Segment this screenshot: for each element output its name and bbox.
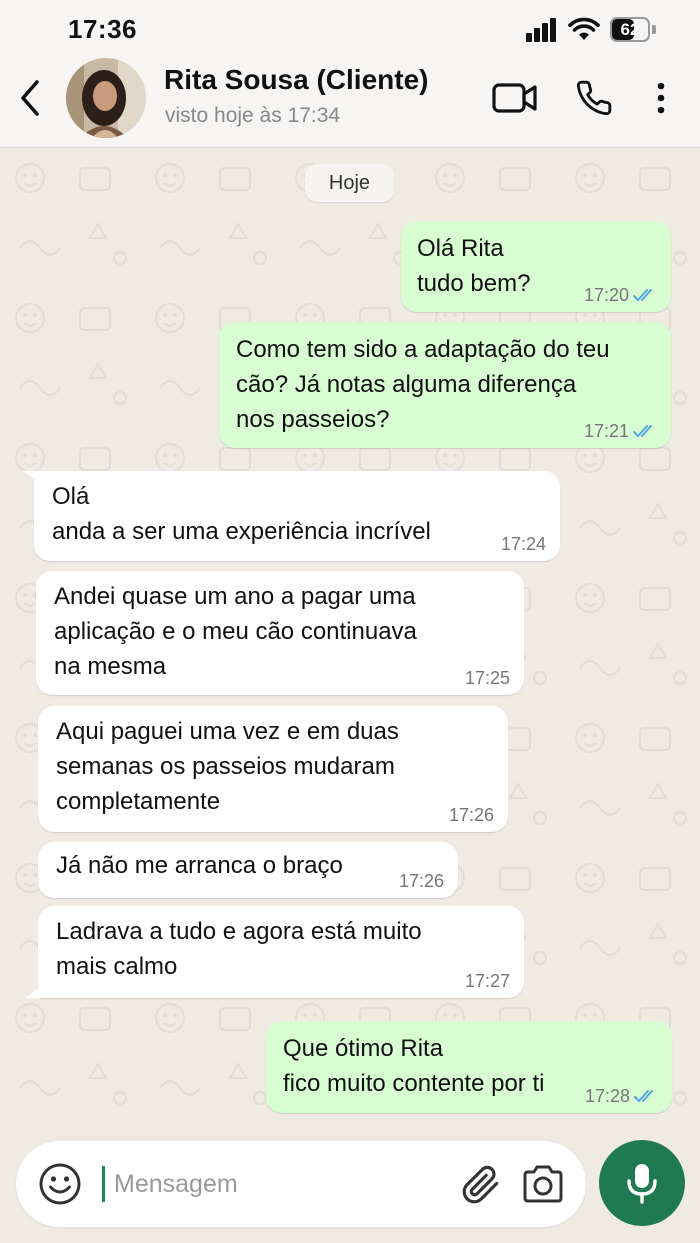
battery-percent: 62: [620, 20, 640, 39]
message-time: 17:21: [583, 421, 629, 441]
avatar[interactable]: [66, 58, 146, 138]
chat-area[interactable]: Hoje Olá Rita tudo bem? 17:20 Como tem s…: [0, 148, 700, 1133]
incoming-message[interactable]: Ladrava a tudo e agora está muito mais c…: [38, 906, 524, 998]
message-meta: 17:28: [585, 1086, 658, 1106]
status-bar: 17:36 62: [0, 0, 700, 56]
wifi-icon: [568, 17, 600, 40]
message-time: 17:27: [464, 971, 510, 991]
incoming-message[interactable]: Aqui paguei uma vez e em duas semanas os…: [38, 706, 508, 832]
incoming-message[interactable]: Olá anda a ser uma experiência incrível …: [34, 471, 560, 561]
bubble-tail: [24, 982, 42, 998]
message-composer[interactable]: [16, 1141, 586, 1227]
message-time: 17:26: [448, 805, 494, 825]
message-text: Já não me arranca o braço: [56, 852, 343, 879]
message-meta: 17:21: [584, 421, 657, 441]
video-call-button[interactable]: [490, 78, 540, 118]
read-ticks-icon: [633, 289, 652, 301]
message-text: Olá anda a ser uma experiência incrível: [52, 483, 431, 545]
message-text: Ladrava a tudo e agora está muito mais c…: [56, 918, 422, 980]
message-time: 17:28: [584, 1086, 630, 1106]
outgoing-message[interactable]: Como tem sido a adaptação do teu cão? Já…: [219, 322, 671, 448]
read-ticks-icon: [634, 1090, 653, 1102]
last-seen-status: visto hoje às 17:34: [165, 104, 341, 127]
voice-call-button[interactable]: [572, 76, 616, 120]
video-call-icon: [492, 83, 537, 113]
message-time: 17:25: [464, 668, 510, 688]
text-cursor: [102, 1166, 105, 1202]
contact-name[interactable]: Rita Sousa (Cliente): [164, 64, 428, 96]
voice-record-button[interactable]: [599, 1140, 685, 1226]
message-time: 17:24: [500, 534, 546, 554]
message-meta: 17:27: [465, 971, 510, 991]
paperclip-icon[interactable]: [461, 1163, 501, 1207]
message-text: Que ótimo Rita fico muito contente por t…: [283, 1035, 545, 1097]
incoming-message[interactable]: Já não me arranca o braço 17:26: [38, 842, 458, 898]
microphone-icon: [627, 1164, 657, 1204]
message-time: 17:26: [398, 871, 444, 891]
message-meta: 17:20: [584, 285, 657, 305]
message-time: 17:20: [583, 285, 629, 305]
message-meta: 17:26: [399, 871, 444, 891]
message-text: Olá Rita tudo bem?: [417, 235, 531, 297]
back-button[interactable]: [12, 76, 48, 120]
chat-header: Rita Sousa (Cliente) visto hoje às 17:34: [0, 56, 700, 148]
battery-icon: 62: [610, 17, 656, 42]
outgoing-message[interactable]: Que ótimo Rita fico muito contente por t…: [266, 1021, 672, 1113]
message-meta: 17:25: [465, 668, 510, 688]
message-text: Aqui paguei uma vez e em duas semanas os…: [56, 718, 399, 815]
date-separator: Hoje: [305, 164, 394, 202]
composer-bar: [0, 1133, 700, 1243]
emoji-icon[interactable]: [38, 1162, 82, 1206]
outgoing-message[interactable]: Olá Rita tudo bem? 17:20: [401, 221, 671, 312]
message-text: Andei quase um ano a pagar uma aplicação…: [54, 583, 417, 680]
incoming-message[interactable]: Andei quase um ano a pagar uma aplicação…: [36, 571, 524, 695]
phone-icon: [576, 80, 612, 116]
more-options-button[interactable]: [646, 78, 676, 118]
chevron-left-icon: [21, 80, 39, 116]
message-meta: 17:26: [449, 805, 494, 825]
message-input[interactable]: [114, 1165, 434, 1203]
camera-icon[interactable]: [521, 1164, 565, 1204]
more-vertical-icon: [657, 82, 665, 114]
status-time: 17:36: [68, 14, 137, 44]
message-meta: 17:24: [501, 534, 546, 554]
message-text: Como tem sido a adaptação do teu cão? Já…: [236, 336, 610, 433]
read-ticks-icon: [633, 425, 652, 437]
cellular-signal-icon: [526, 18, 558, 42]
